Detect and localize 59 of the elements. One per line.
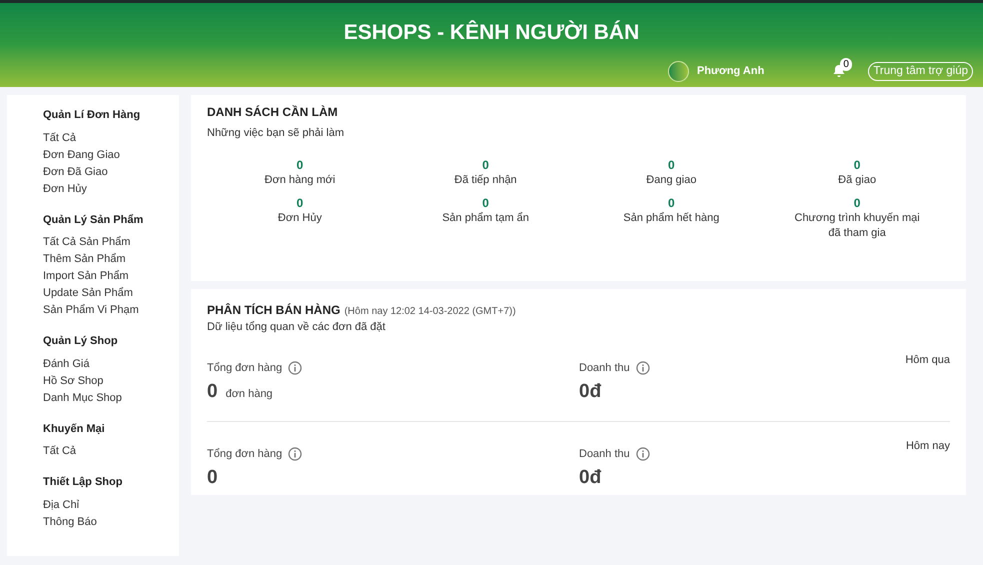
- stat-label: Đã giao: [837, 172, 878, 188]
- metric-value: 0: [207, 466, 218, 490]
- sidebar-item[interactable]: Thông Báo: [43, 514, 97, 530]
- stat-label: Đơn hàng mới: [264, 172, 336, 188]
- sidebar-item[interactable]: Tất Cả Sản Phẩm: [43, 234, 130, 251]
- metric-label: Tổng đơn hàng: [207, 446, 282, 462]
- metric-label: Doanh thu: [579, 360, 630, 376]
- stat-value: 0: [668, 158, 675, 172]
- info-icon: [288, 446, 302, 461]
- stat-value: 0: [296, 158, 304, 172]
- stat-value: 0: [482, 158, 489, 172]
- sidebar-item[interactable]: Hồ Sơ Shop: [43, 372, 104, 390]
- stat-value: 0: [668, 196, 675, 210]
- stat-label: Đã tiếp nhận: [453, 172, 518, 188]
- period-label: Hôm qua: [905, 352, 950, 368]
- metric-value: 0: [207, 380, 218, 404]
- stat-label: Đang giao: [645, 172, 698, 188]
- stat-label: Chương trình khuyến mại đã tham gia: [794, 210, 921, 240]
- timestamp: (Hôm nay 12:02 14-03-2022 (GMT+7)): [344, 305, 516, 319]
- stat-value: 0: [854, 196, 860, 210]
- sidebar-item[interactable]: Tất Cả: [43, 130, 76, 146]
- user-avatar[interactable]: [668, 60, 689, 82]
- info-icon: [636, 446, 650, 461]
- metric-unit: đơn hàng: [226, 387, 273, 402]
- period-label: Hôm nay: [906, 438, 950, 454]
- sidebar-item[interactable]: Danh Mục Shop: [43, 390, 122, 406]
- card-title: DANH SÁCH CẦN LÀM: [207, 104, 339, 121]
- stat-label: Đơn Hủy: [276, 210, 323, 226]
- sidebar-item[interactable]: Đơn Hủy: [43, 180, 87, 198]
- info-icon: [636, 360, 650, 375]
- stat-value: 0: [482, 196, 489, 210]
- sidebar-heading: Thiết Lập Shop: [43, 475, 124, 490]
- stat-value: 0: [296, 196, 304, 210]
- card-title: PHÂN TÍCH BÁN HÀNG: [207, 302, 340, 319]
- metric-label: Tổng đơn hàng: [207, 360, 282, 376]
- sidebar-item[interactable]: Sản Phẩm Vi Phạm: [43, 302, 139, 319]
- sidebar-item[interactable]: Tất Cả: [43, 443, 76, 460]
- sidebar-item[interactable]: Đánh Giá: [43, 356, 90, 372]
- sidebar-heading: Khuyến Mại: [43, 422, 106, 436]
- sidebar-heading: Quản Lý Shop: [43, 334, 119, 349]
- header-title: ESHOPS - KÊNH NGƯỜI BÁN: [344, 19, 640, 46]
- stat-label: Sản phẩm tạm ẩn: [441, 210, 530, 226]
- metric-label: Doanh thu: [579, 446, 630, 462]
- sidebar-item[interactable]: Đơn Đang Giao: [43, 146, 120, 164]
- sidebar-heading: Quản Lí Đơn Hàng: [43, 108, 142, 123]
- sidebar-item[interactable]: Import Sản Phẩm: [43, 268, 129, 285]
- metric-value: 0đ: [579, 380, 602, 404]
- sidebar-item[interactable]: Đơn Đã Giao: [43, 164, 108, 180]
- stat-value: 0: [854, 158, 860, 172]
- sidebar-item[interactable]: Thêm Sản Phẩm: [43, 251, 126, 268]
- stat-label: Sản phẩm hết hàng: [622, 210, 720, 226]
- card-subtitle: Dữ liệu tổng quan về các đơn đã đặt: [207, 320, 386, 335]
- sidebar-heading: Quản Lý Sản Phẩm: [43, 212, 144, 228]
- info-icon: [288, 360, 302, 375]
- sidebar-item[interactable]: Địa Chỉ: [43, 496, 80, 514]
- sidebar-item[interactable]: Update Sản Phẩm: [43, 285, 133, 302]
- metric-value: 0đ: [579, 466, 602, 490]
- notification-badge: 0: [840, 58, 852, 71]
- card-subtitle: Những việc bạn sẽ phải làm: [207, 126, 345, 141]
